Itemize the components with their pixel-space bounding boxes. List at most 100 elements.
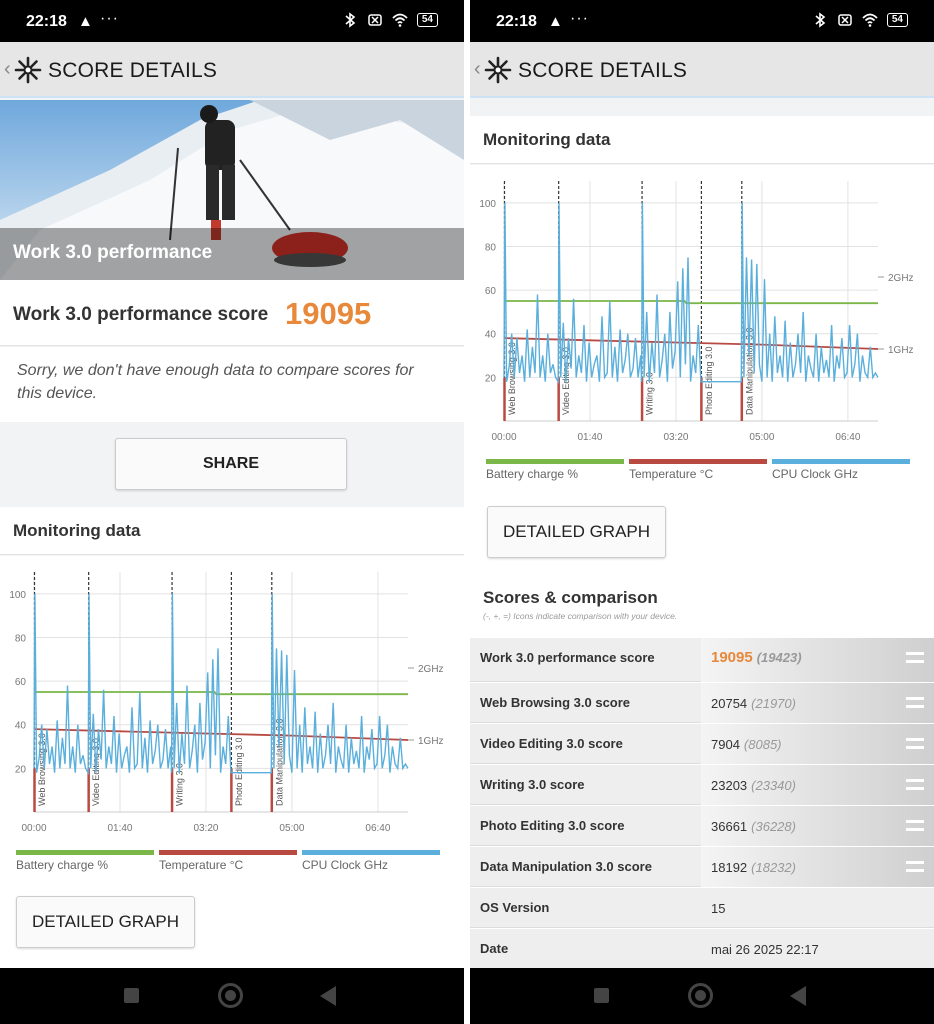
battery-icon: 54 bbox=[886, 13, 908, 27]
right-axis-label: 2GHz bbox=[888, 273, 914, 284]
status-time: 22:18 bbox=[26, 13, 67, 30]
x-tick-label: 06:40 bbox=[835, 432, 860, 443]
row-label: Data Manipulation 3.0 score bbox=[480, 859, 652, 874]
monitoring-title: Monitoring data bbox=[483, 130, 611, 149]
row-label: OS Version bbox=[480, 900, 550, 915]
row-compare-value: (8085) bbox=[743, 737, 782, 752]
legend-battery: Battery charge % bbox=[486, 459, 624, 481]
row-compare-value: (23340) bbox=[751, 778, 796, 793]
row-value-cell: 36661 (36228) bbox=[701, 806, 934, 846]
y-tick-label: 60 bbox=[485, 286, 497, 297]
x-tick-label: 01:40 bbox=[577, 432, 602, 443]
navigation-bar bbox=[470, 968, 934, 1024]
x-tick-label: 03:20 bbox=[193, 823, 218, 834]
row-label: Writing 3.0 score bbox=[480, 777, 585, 792]
x-tick-label: 05:00 bbox=[279, 823, 304, 834]
row-value-cell: 20754 (21970) bbox=[701, 683, 934, 723]
y-tick-label: 80 bbox=[485, 242, 497, 253]
detailed-graph-button[interactable]: DETAILED GRAPH bbox=[16, 896, 195, 948]
wifi-icon bbox=[392, 13, 408, 27]
y-tick-label: 20 bbox=[485, 373, 497, 384]
right-axis-label: 1GHz bbox=[888, 345, 914, 356]
table-row: Date mai 26 2025 22:17 bbox=[470, 929, 934, 969]
more-notifications-icon: ··· bbox=[570, 10, 589, 27]
navigation-bar bbox=[0, 968, 464, 1024]
row-value-cell: mai 26 2025 22:17 bbox=[701, 929, 934, 969]
row-label: Video Editing 3.0 score bbox=[480, 736, 623, 751]
legend-battery: Battery charge % bbox=[16, 850, 154, 872]
row-value: 7904 (8085) bbox=[711, 737, 782, 752]
snowflake-logo-icon bbox=[14, 56, 42, 84]
row-compare-value: (36228) bbox=[751, 819, 796, 834]
back-chevron-icon[interactable]: ‹ bbox=[474, 58, 481, 81]
row-label: Date bbox=[480, 941, 509, 956]
monitoring-chart: 20 40 60 80 100 00:00 01:40 03:20 05:00 06:40 1GHz… bbox=[9, 572, 444, 834]
segment-label: Photo Editing 3.0 bbox=[234, 737, 244, 806]
share-button[interactable]: SHARE bbox=[115, 438, 347, 490]
warning-icon: ▲ bbox=[548, 13, 563, 30]
equal-comparison-icon bbox=[906, 697, 924, 708]
equal-comparison-icon bbox=[906, 820, 924, 831]
row-value: 19095 (19423) bbox=[711, 649, 802, 666]
row-value: 36661 (36228) bbox=[711, 819, 796, 834]
monitoring-chart: 20 40 60 80 100 00:00 01:40 03:20 05:00 06:40 1GHz… bbox=[479, 181, 914, 443]
row-value: 20754 (21970) bbox=[711, 696, 796, 711]
monitoring-header: Monitoring data bbox=[470, 116, 934, 164]
monitoring-title: Monitoring data bbox=[13, 521, 141, 540]
y-tick-label: 40 bbox=[485, 330, 497, 341]
row-value-cell: 23203 (23340) bbox=[701, 765, 934, 805]
status-bar: 22:18 ▲ ··· 54 bbox=[0, 0, 464, 42]
right-axis-label: 2GHz bbox=[418, 664, 444, 675]
battery-icon: 54 bbox=[416, 13, 438, 27]
equal-comparison-icon bbox=[906, 738, 924, 749]
table-row: Video Editing 3.0 score 7904 (8085) bbox=[470, 724, 934, 764]
legend-temperature: Temperature °C bbox=[159, 850, 297, 872]
row-value: 23203 (23340) bbox=[711, 778, 796, 793]
row-label: Work 3.0 performance score bbox=[480, 650, 655, 665]
row-value: 18192 (18232) bbox=[711, 860, 796, 875]
home-icon[interactable] bbox=[688, 983, 713, 1008]
page-title: SCORE DETAILS bbox=[48, 59, 218, 82]
equal-comparison-icon bbox=[906, 652, 924, 663]
x-tick-label: 03:20 bbox=[663, 432, 688, 443]
right-axis-label: 1GHz bbox=[418, 736, 444, 747]
monitoring-card: 20 40 60 80 100 00:00 01:40 03:20 05:00 06:40 1GHz… bbox=[0, 556, 464, 968]
recents-icon[interactable] bbox=[594, 988, 609, 1003]
series-line-2 bbox=[33, 593, 409, 776]
monitoring-header: Monitoring data bbox=[0, 507, 464, 555]
x-tick-label: 05:00 bbox=[749, 432, 774, 443]
table-row: OS Version 15 bbox=[470, 888, 934, 928]
row-value-cell: 15 bbox=[701, 888, 934, 928]
wifi-icon bbox=[862, 13, 878, 27]
x-tick-label: 01:40 bbox=[107, 823, 132, 834]
x-tick-label: 00:00 bbox=[491, 432, 516, 443]
right-screen: 22:18 ▲ ··· 54 ‹ SCORE DETAILS Monitorin… bbox=[470, 0, 934, 1024]
row-label: Web Browsing 3.0 score bbox=[480, 695, 631, 710]
scores-title: Scores & comparison bbox=[483, 588, 658, 607]
hero-image: Work 3.0 performance bbox=[0, 100, 464, 280]
row-compare-value: (21970) bbox=[751, 696, 796, 711]
table-row: Work 3.0 performance score 19095 (19423) bbox=[470, 638, 934, 682]
row-compare-value: (18232) bbox=[751, 860, 796, 875]
series-line-2 bbox=[503, 202, 879, 385]
bluetooth-icon bbox=[815, 12, 826, 28]
title-bar: ‹ SCORE DETAILS bbox=[0, 42, 464, 98]
back-icon[interactable] bbox=[790, 986, 806, 1006]
status-time: 22:18 bbox=[496, 13, 537, 30]
table-row: Writing 3.0 score 23203 (23340) bbox=[470, 765, 934, 805]
bluetooth-icon bbox=[345, 12, 356, 28]
back-chevron-icon[interactable]: ‹ bbox=[4, 58, 11, 81]
home-icon[interactable] bbox=[218, 983, 243, 1008]
page-title: SCORE DETAILS bbox=[518, 59, 688, 82]
y-tick-label: 100 bbox=[9, 590, 26, 601]
more-notifications-icon: ··· bbox=[100, 10, 119, 27]
back-icon[interactable] bbox=[320, 986, 336, 1006]
row-value: 15 bbox=[711, 901, 726, 916]
recents-icon[interactable] bbox=[124, 988, 139, 1003]
no-sim-icon bbox=[368, 14, 382, 26]
y-tick-label: 60 bbox=[15, 677, 27, 688]
y-tick-label: 100 bbox=[479, 199, 496, 210]
detailed-graph-button[interactable]: DETAILED GRAPH bbox=[487, 506, 666, 558]
status-bar: 22:18 ▲ ··· 54 bbox=[470, 0, 934, 42]
segment-label: Photo Editing 3.0 bbox=[704, 346, 714, 415]
